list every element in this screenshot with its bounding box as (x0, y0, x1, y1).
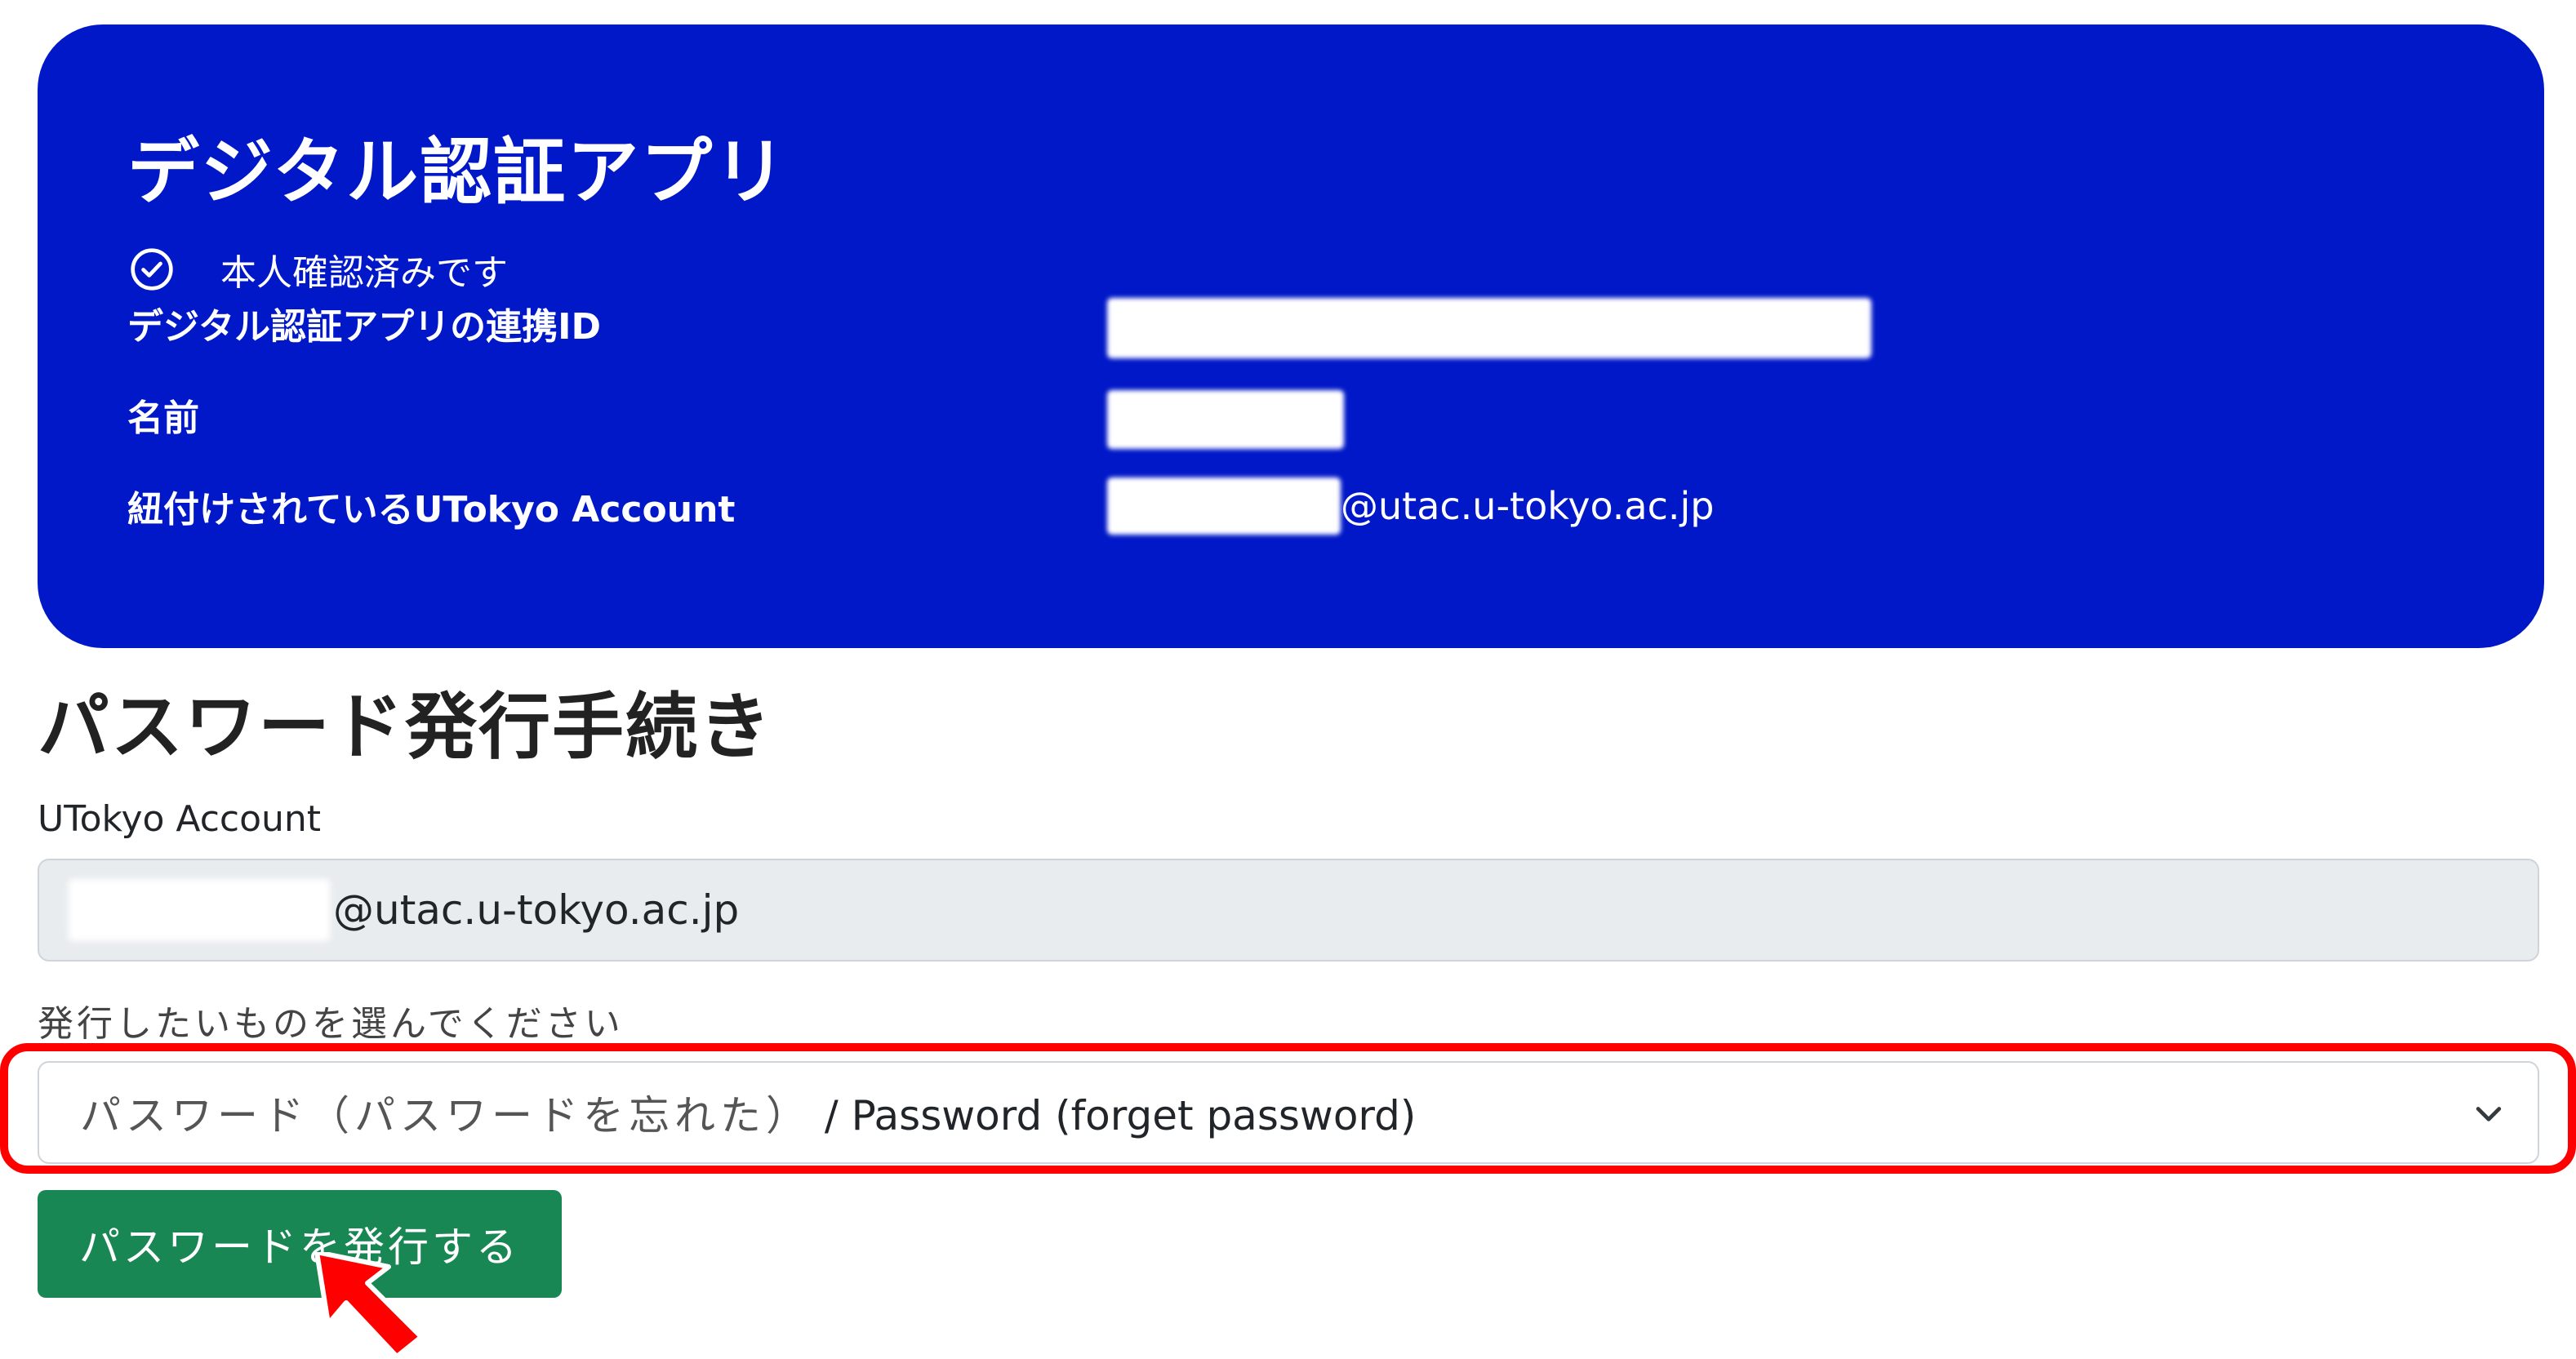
linked-id-value (1107, 298, 1871, 358)
check-circle-icon (131, 248, 173, 291)
redacted-name (1107, 390, 1344, 449)
chevron-down-icon (2476, 1107, 2502, 1121)
account-field[interactable]: @utac.u-tokyo.ac.jp (38, 859, 2539, 962)
linked-account-value: @utac.u-tokyo.ac.jp (1107, 477, 1714, 535)
card-title: デジタル認証アプリ (127, 130, 788, 214)
verified-status: 本人確認済みです (129, 243, 508, 295)
redacted-account-user (1107, 477, 1341, 535)
redacted-linked-id (1107, 298, 1871, 358)
linked-id-label: デジタル認証アプリの連携ID (127, 306, 602, 348)
linked-account-domain: @utac.u-tokyo.ac.jp (1341, 484, 1715, 528)
arrow-pointer-icon (314, 1252, 424, 1358)
identity-card: デジタル認証アプリ 本人確認済みです デジタル認証アプリの連携ID 名前 紐付け… (38, 24, 2544, 648)
linked-account-label: 紐付けされているUTokyo Account (127, 489, 736, 531)
name-value (1107, 390, 1344, 449)
account-domain: @utac.u-tokyo.ac.jp (333, 886, 740, 934)
account-field-label: UTokyo Account (38, 798, 322, 840)
page: デジタル認証アプリ 本人確認済みです デジタル認証アプリの連携ID 名前 紐付け… (0, 0, 2576, 1359)
redacted-account-user (69, 879, 330, 941)
issue-password-button[interactable]: パスワードを発行する (38, 1190, 562, 1298)
select-current-value: パスワード（パスワードを忘れた） / Password (forget pass… (80, 1092, 1417, 1139)
verified-text: 本人確認済みです (220, 252, 508, 294)
select-label: 発行したいものを選んでください (38, 1003, 624, 1045)
section-title: パスワード発行手続き (38, 685, 773, 769)
issue-type-select[interactable]: パスワード（パスワードを忘れた） / Password (forget pass… (38, 1061, 2539, 1164)
name-label: 名前 (127, 397, 199, 439)
